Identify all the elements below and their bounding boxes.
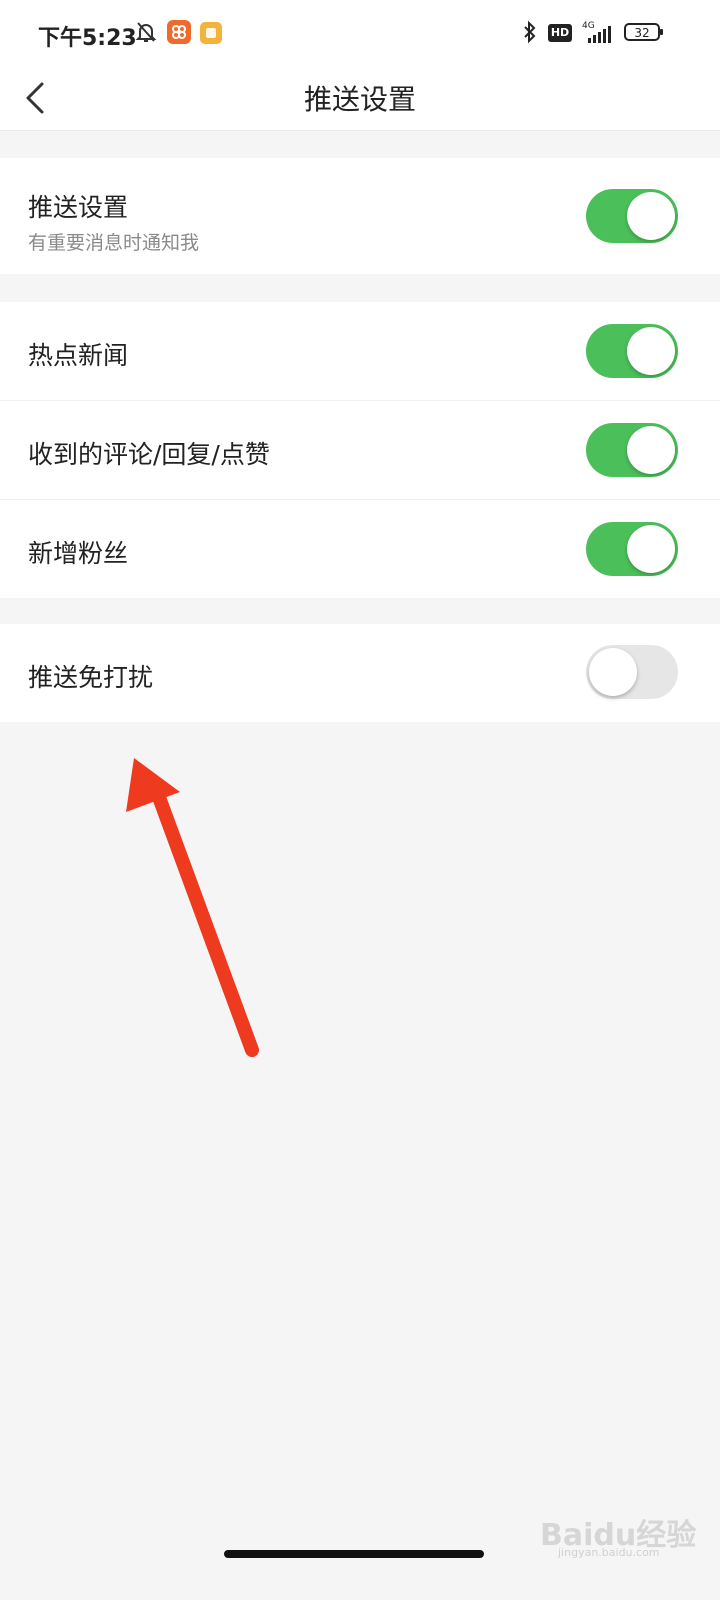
setting-description: 有重要消息时通知我	[28, 232, 200, 254]
setting-label: 推送设置	[28, 193, 129, 222]
nav-bar: 推送设置	[0, 66, 720, 131]
hd-icon: HD	[548, 24, 572, 42]
settings-group-types: 热点新闻 收到的评论/回复/点赞 新增粉丝	[0, 302, 720, 598]
notes-app-icon	[200, 22, 222, 44]
status-time: 下午5:23	[38, 26, 137, 51]
home-indicator[interactable]	[224, 1550, 484, 1558]
toggle-knob	[627, 426, 675, 474]
app-icon	[167, 20, 191, 44]
dnd-toggle[interactable]	[586, 645, 678, 699]
new-fans-toggle[interactable]	[586, 522, 678, 576]
signal-icon: 4G	[580, 20, 614, 44]
setting-label: 推送免打扰	[28, 663, 154, 692]
push-toggle[interactable]	[586, 189, 678, 243]
network-label: 4G	[582, 21, 595, 31]
hot-news-toggle[interactable]	[586, 324, 678, 378]
toggle-knob	[589, 648, 637, 696]
comments-toggle[interactable]	[586, 423, 678, 477]
setting-row-hot-news: 热点新闻	[0, 302, 720, 401]
toggle-knob	[627, 327, 675, 375]
toggle-knob	[627, 192, 675, 240]
bluetooth-icon	[522, 20, 538, 44]
setting-row-comments: 收到的评论/回复/点赞	[0, 401, 720, 500]
toggle-knob	[627, 525, 675, 573]
status-bar: 下午5:23 HD 4G 32	[0, 0, 720, 66]
setting-row-dnd: 推送免打扰	[0, 624, 720, 722]
battery-level: 32	[634, 26, 649, 40]
settings-group-main: 推送设置 有重要消息时通知我	[0, 158, 720, 274]
bell-off-icon	[134, 20, 158, 44]
setting-label: 收到的评论/回复/点赞	[28, 440, 270, 469]
battery-icon: 32	[624, 22, 664, 42]
settings-group-dnd: 推送免打扰	[0, 624, 720, 722]
setting-row-new-fans: 新增粉丝	[0, 500, 720, 598]
setting-row-push: 推送设置 有重要消息时通知我	[0, 158, 720, 274]
setting-label: 新增粉丝	[28, 539, 129, 568]
watermark-logo: Baidu经验 jingyan.baidu.com	[540, 1500, 700, 1560]
page-title: 推送设置	[303, 83, 416, 116]
setting-label: 热点新闻	[28, 341, 129, 370]
watermark-url: jingyan.baidu.com	[558, 1546, 660, 1559]
